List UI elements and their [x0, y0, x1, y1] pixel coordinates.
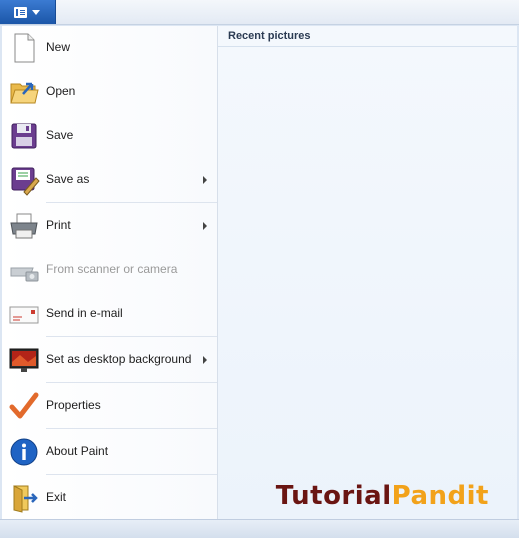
menu-separator: [46, 202, 217, 203]
recent-pictures-pane: Recent pictures TutorialPandit: [218, 26, 517, 519]
menu-item-label: Exit: [46, 490, 67, 504]
email-envelope-icon: [9, 306, 39, 324]
menu-separator: [46, 428, 217, 429]
menu-item-print[interactable]: Print: [2, 204, 217, 248]
menu-separator: [46, 336, 217, 337]
paint-menu-button[interactable]: [0, 0, 56, 24]
menu-item-scanner[interactable]: From scanner or camera: [2, 248, 217, 292]
paint-menu-icon: [14, 7, 27, 18]
menu-item-new[interactable]: New: [2, 26, 217, 70]
menu-commands: New Open Save Save as Print From scanner…: [2, 26, 218, 519]
menu-separator: [46, 382, 217, 383]
menu-item-label: New: [46, 40, 71, 54]
chevron-down-icon: [32, 10, 40, 15]
application-menu: New Open Save Save as Print From scanner…: [2, 26, 517, 519]
menu-item-email[interactable]: Send in e-mail: [2, 292, 217, 336]
recent-divider: [218, 46, 517, 47]
scanner-camera-icon: [10, 267, 39, 282]
menu-item-label: Save as: [46, 172, 90, 186]
submenu-arrow-icon: [203, 176, 207, 184]
title-bar: [0, 0, 519, 25]
new-document-icon: [14, 33, 35, 63]
printer-icon: [10, 213, 38, 239]
desktop-background-icon: [9, 348, 39, 372]
watermark-part-2: Pandit: [391, 481, 489, 511]
menu-item-label: About Paint: [46, 444, 109, 458]
menu-item-label: Open: [46, 84, 76, 98]
menu-item-label: Send in e-mail: [46, 306, 123, 320]
menu-item-open[interactable]: Open: [2, 70, 217, 114]
save-as-icon: [11, 167, 40, 196]
bottom-bar: [0, 519, 519, 538]
info-icon: [10, 438, 38, 466]
menu-item-about[interactable]: About Paint: [2, 430, 217, 474]
save-disk-icon: [11, 123, 37, 149]
menu-separator: [46, 474, 217, 475]
watermark-logo: TutorialPandit: [276, 481, 489, 511]
menu-item-save[interactable]: Save: [2, 114, 217, 158]
watermark-part-1: Tutorial: [275, 481, 392, 511]
menu-item-desktop-background[interactable]: Set as desktop background: [2, 338, 217, 382]
checkmark-icon: [9, 392, 39, 419]
menu-item-label: Save: [46, 128, 74, 142]
menu-item-save-as[interactable]: Save as: [2, 158, 217, 202]
submenu-arrow-icon: [203, 356, 207, 364]
menu-item-exit[interactable]: Exit: [2, 476, 217, 520]
open-folder-icon: [10, 82, 39, 104]
exit-icon: [13, 485, 38, 513]
menu-item-label: From scanner or camera: [46, 262, 178, 276]
submenu-arrow-icon: [203, 222, 207, 230]
menu-item-label: Print: [46, 218, 71, 232]
menu-item-properties[interactable]: Properties: [2, 384, 217, 428]
menu-item-label: Set as desktop background: [46, 352, 192, 366]
recent-pictures-title: Recent pictures: [228, 30, 311, 42]
menu-item-label: Properties: [46, 398, 101, 412]
